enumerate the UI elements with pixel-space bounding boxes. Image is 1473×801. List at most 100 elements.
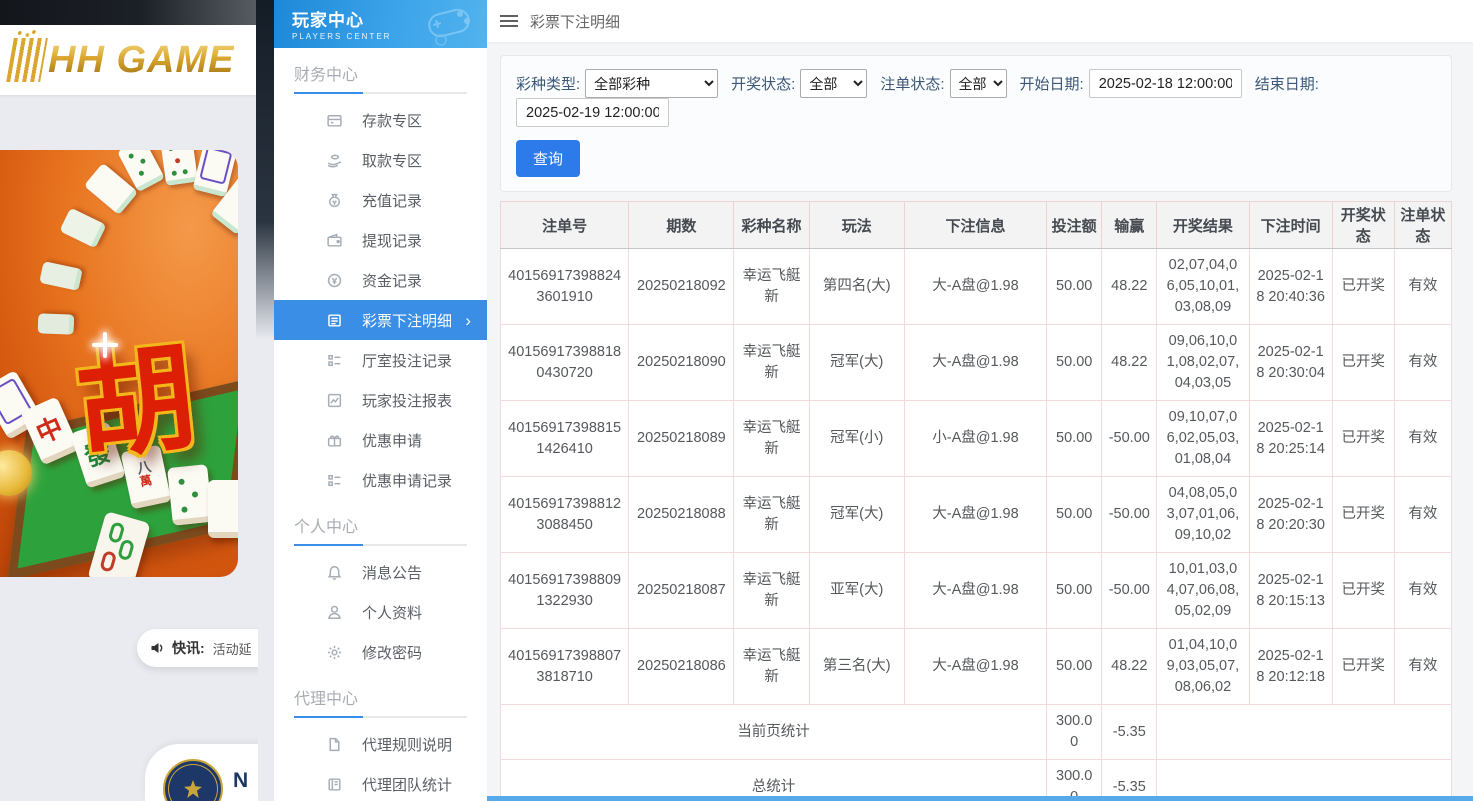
sidebar-item-recharge-record[interactable]: 充值记录 (294, 180, 467, 220)
sidebar-item-withdraw-zone[interactable]: 取款专区 (294, 140, 467, 180)
sidebar-header: 玩家中心 PLAYERS CENTER (274, 0, 487, 48)
cell-bet-amount: 50.00 (1047, 629, 1102, 705)
sidebar-item-label: 充值记录 (362, 190, 422, 211)
order-status-select[interactable]: 全部 (950, 69, 1007, 98)
draw-status-select[interactable]: 全部 (800, 69, 867, 98)
hamburger-menu-icon[interactable] (500, 12, 518, 30)
sidebar-item-label: 玩家投注报表 (362, 390, 452, 411)
start-date-label: 开始日期: (1020, 73, 1084, 94)
cell-draw-result: 10,01,03,04,07,06,08,05,02,09 (1157, 553, 1249, 629)
section-underline (294, 92, 467, 94)
end-date-input[interactable] (516, 98, 669, 127)
cell-period: 20250218089 (629, 401, 734, 477)
column-header-win-loss: 输赢 (1102, 202, 1157, 249)
money-bag-icon (326, 192, 343, 209)
sidebar-item-funds-record[interactable]: 资金记录 (294, 260, 467, 300)
sidebar-sections: 财务中心存款专区取款专区充值记录提现记录资金记录彩票下注明细›厅室投注记录玩家投… (274, 48, 487, 801)
cell-draw-result: 04,08,05,03,07,01,06,09,10,02 (1157, 477, 1249, 553)
bottom-blue-strip (487, 796, 1473, 801)
sidebar-item-message-notice[interactable]: 消息公告 (294, 552, 467, 592)
summary-bet-amount: 300.00 (1047, 760, 1102, 801)
sidebar-item-change-password[interactable]: 修改密码 (294, 632, 467, 672)
ticker-label: 快讯: (172, 638, 205, 658)
lottery-type-select[interactable]: 全部彩种 (585, 69, 718, 98)
cell-bet-info: 大-A盘@1.98 (904, 477, 1046, 553)
page-title: 彩票下注明细 (530, 11, 620, 32)
cell-period: 20250218092 (629, 249, 734, 325)
section-underline (294, 716, 467, 718)
column-header-draw-result: 开奖结果 (1157, 202, 1249, 249)
sidebar-item-label: 资金记录 (362, 270, 422, 291)
sidebar-item-agent-rules[interactable]: 代理规则说明 (294, 724, 467, 764)
sidebar-item-label: 取款专区 (362, 150, 422, 171)
sidebar-item-withdraw-record[interactable]: 提现记录 (294, 220, 467, 260)
cell-play: 冠军(大) (809, 477, 904, 553)
cell-play: 第四名(大) (809, 249, 904, 325)
search-button[interactable]: 查询 (516, 140, 580, 177)
lottery-type-label: 彩种类型: (516, 73, 580, 94)
cell-bet-info: 大-A盘@1.98 (904, 325, 1046, 401)
summary-win-loss: -5.35 (1102, 760, 1157, 801)
sidebar-item-agent-team-stats[interactable]: 代理团队统计 (294, 764, 467, 801)
sidebar-section-title: 代理中心 (294, 672, 467, 716)
sidebar-item-player-bet-report[interactable]: 玩家投注报表 (294, 380, 467, 420)
sidebar-item-lottery-bet-detail[interactable]: 彩票下注明细› (274, 300, 487, 340)
gear-icon (326, 644, 343, 661)
promo-image: 胡 中 發 八萬 (0, 150, 238, 577)
grid-list-icon (326, 472, 343, 489)
speaker-icon (149, 640, 165, 656)
cell-bet-time: 2025-02-18 20:40:36 (1249, 249, 1332, 325)
cell-win-loss: 48.22 (1102, 249, 1157, 325)
cell-order-status: 有效 (1394, 553, 1451, 629)
sparkle-decoration (92, 332, 118, 358)
promo-main-character: 胡 (67, 300, 202, 482)
wallet-icon (326, 232, 343, 249)
summary-label: 当前页统计 (501, 705, 1047, 760)
site-top-strip (0, 0, 258, 25)
sidebar-item-hall-bet-record[interactable]: 厅室投注记录 (294, 340, 467, 380)
table-row: 40156917398818043072020250218090幸运飞艇新冠军(… (501, 325, 1452, 401)
cell-win-loss: -50.00 (1102, 553, 1157, 629)
cell-period: 20250218090 (629, 325, 734, 401)
sidebar-item-label: 代理团队统计 (362, 774, 452, 795)
background-site: HH GAME 胡 中 發 八萬 (0, 0, 258, 801)
cell-bet-amount: 50.00 (1047, 553, 1102, 629)
cell-bet-amount: 50.00 (1047, 249, 1102, 325)
table-header-row: 注单号期数彩种名称玩法下注信息投注额输赢开奖结果下注时间开奖状态注单状态 (501, 202, 1452, 249)
doc-icon (326, 736, 343, 753)
cell-order-status: 有效 (1394, 249, 1451, 325)
sidebar-item-personal-profile[interactable]: 个人资料 (294, 592, 467, 632)
cell-bet-amount: 50.00 (1047, 325, 1102, 401)
summary-empty (1157, 760, 1452, 801)
mahjong-tile (208, 480, 238, 538)
cell-bet-time: 2025-02-18 20:25:14 (1249, 401, 1332, 477)
cell-lottery-name: 幸运飞艇新 (734, 325, 809, 401)
gamepad-icon (419, 4, 477, 48)
cell-bet-info: 大-A盘@1.98 (904, 629, 1046, 705)
column-header-period: 期数 (629, 202, 734, 249)
sidebar-item-label: 优惠申请记录 (362, 470, 452, 491)
gift-icon (326, 432, 343, 449)
sidebar-item-deposit-zone[interactable]: 存款专区 (294, 100, 467, 140)
sidebar-section-title: 财务中心 (294, 48, 467, 92)
order-status-label: 注单状态: (880, 73, 944, 94)
mahjong-tile (39, 261, 83, 291)
cell-play: 冠军(大) (809, 325, 904, 401)
gap-shadow-strip (256, 0, 274, 340)
column-header-bet-amount: 投注额 (1047, 202, 1102, 249)
cell-bet-time: 2025-02-18 20:20:30 (1249, 477, 1332, 553)
table-row: 40156917398812308845020250218088幸运飞艇新冠军(… (501, 477, 1452, 553)
sidebar-item-label: 代理规则说明 (362, 734, 452, 755)
start-date-input[interactable] (1089, 69, 1242, 98)
cell-order-no: 401569173988151426410 (501, 401, 629, 477)
book-icon (326, 776, 343, 793)
summary-bet-amount: 300.00 (1047, 705, 1102, 760)
sidebar-item-label: 消息公告 (362, 562, 422, 583)
section-underline (294, 544, 467, 546)
sidebar-item-promo-apply[interactable]: 优惠申请 (294, 420, 467, 460)
column-header-draw-status: 开奖状态 (1332, 202, 1394, 249)
chart-icon (326, 392, 343, 409)
sidebar-item-promo-apply-record[interactable]: 优惠申请记录 (294, 460, 467, 500)
table-body: 40156917398824360191020250218092幸运飞艇新第四名… (501, 249, 1452, 801)
cell-draw-result: 09,06,10,01,08,02,07,04,03,05 (1157, 325, 1249, 401)
